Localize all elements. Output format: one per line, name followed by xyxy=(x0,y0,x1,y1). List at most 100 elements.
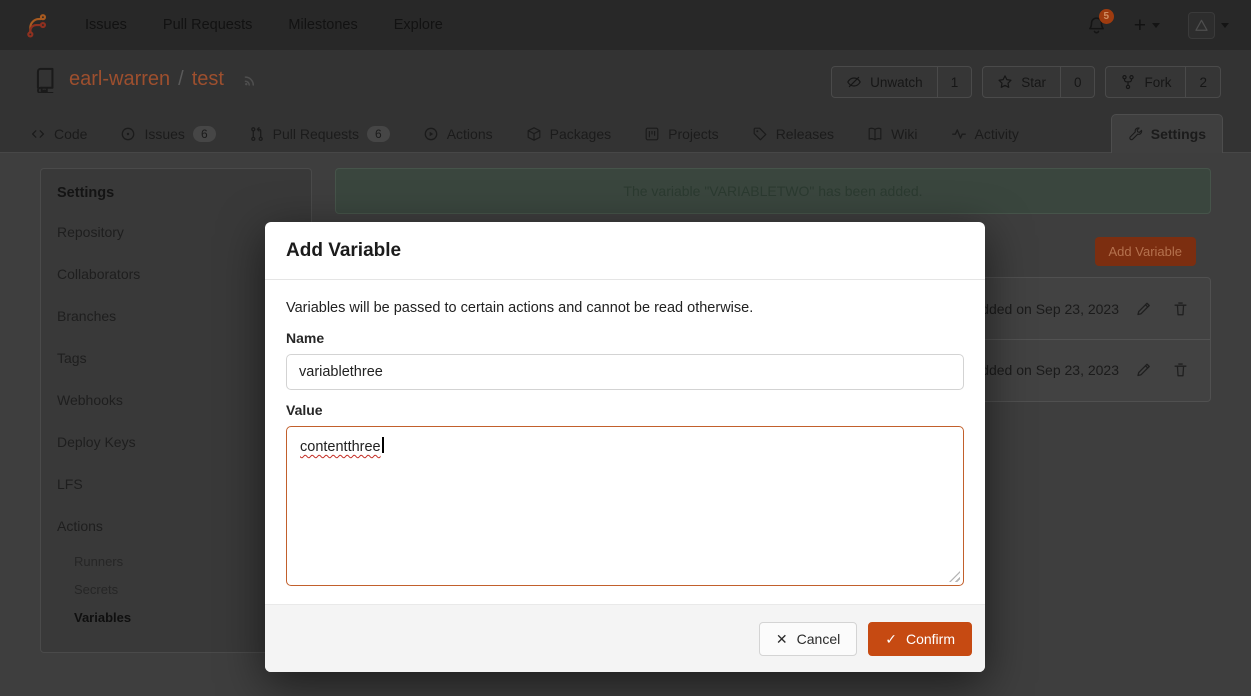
rss-icon[interactable] xyxy=(242,71,259,88)
pencil-icon xyxy=(1135,300,1152,317)
delete-variable-button[interactable] xyxy=(1172,362,1189,379)
tab-label: Issues xyxy=(144,126,184,142)
watch-count[interactable]: 1 xyxy=(937,67,972,97)
repo-icon xyxy=(30,66,57,93)
tab-label: Releases xyxy=(776,126,834,142)
modal-description: Variables will be passed to certain acti… xyxy=(286,298,964,318)
value-text: contentthree xyxy=(300,439,381,455)
name-field-label: Name xyxy=(286,330,964,346)
value-field-label: Value xyxy=(286,402,964,418)
fork-button[interactable]: Fork 2 xyxy=(1105,66,1221,98)
tab-label: Projects xyxy=(668,126,719,142)
tag-icon xyxy=(752,126,768,142)
tab-label: Code xyxy=(54,126,87,142)
tab-settings[interactable]: Settings xyxy=(1111,114,1223,153)
fork-icon xyxy=(1120,74,1136,90)
text-cursor xyxy=(382,437,384,453)
confirm-label: Confirm xyxy=(906,631,955,647)
nav-link-milestones[interactable]: Milestones xyxy=(288,17,357,33)
nav-link-explore[interactable]: Explore xyxy=(394,17,443,33)
tab-packages[interactable]: Packages xyxy=(526,114,611,153)
nav-link-issues[interactable]: Issues xyxy=(85,17,127,33)
modal-footer: ✕ Cancel ✓ Confirm xyxy=(265,604,985,672)
repo-name-link[interactable]: test xyxy=(192,68,224,91)
tab-releases[interactable]: Releases xyxy=(752,114,834,153)
confirm-button[interactable]: ✓ Confirm xyxy=(868,622,972,656)
top-navbar: Issues Pull Requests Milestones Explore … xyxy=(0,0,1251,50)
pulse-icon xyxy=(951,126,967,142)
trash-icon xyxy=(1172,362,1189,379)
star-label: Star xyxy=(1021,75,1046,90)
sidebar-title: Settings xyxy=(41,169,311,211)
delete-variable-button[interactable] xyxy=(1172,300,1189,317)
tab-pull-requests[interactable]: Pull Requests 6 xyxy=(249,114,390,153)
project-board-icon xyxy=(644,126,660,142)
star-button[interactable]: Star 0 xyxy=(982,66,1095,98)
pencil-icon xyxy=(1135,362,1152,379)
resize-grip[interactable] xyxy=(949,571,960,582)
tab-label: Activity xyxy=(975,126,1019,142)
flash-success-message: The variable "VARIABLETWO" has been adde… xyxy=(335,168,1211,214)
modal-header: Add Variable xyxy=(265,222,985,280)
tab-badge: 6 xyxy=(193,126,216,142)
star-icon xyxy=(997,74,1013,90)
package-icon xyxy=(526,126,542,142)
edit-variable-button[interactable] xyxy=(1135,300,1152,317)
avatar xyxy=(1188,12,1215,39)
navbar-links: Issues Pull Requests Milestones Explore xyxy=(85,17,443,33)
tab-projects[interactable]: Projects xyxy=(644,114,719,153)
edit-variable-button[interactable] xyxy=(1135,362,1152,379)
repo-title-row: earl-warren / test xyxy=(30,66,259,93)
wrench-icon xyxy=(1128,127,1143,142)
repo-owner-link[interactable]: earl-warren xyxy=(69,68,170,91)
repo-tab-bar: Code Issues 6 Pull Requests 6 Actions xyxy=(30,114,1223,153)
notifications-button[interactable]: 5 xyxy=(1087,16,1106,35)
navbar-right: 5 + xyxy=(1087,12,1229,39)
tab-label: Actions xyxy=(447,126,493,142)
nav-link-pull-requests[interactable]: Pull Requests xyxy=(163,17,252,33)
tab-code[interactable]: Code xyxy=(30,114,87,153)
plus-icon: + xyxy=(1134,15,1146,36)
breadcrumb-separator: / xyxy=(178,68,184,91)
check-icon: ✓ xyxy=(885,632,897,646)
notification-count-badge: 5 xyxy=(1099,9,1114,24)
close-icon: ✕ xyxy=(776,632,788,646)
add-variable-modal: Add Variable Variables will be passed to… xyxy=(265,222,985,672)
chevron-down-icon xyxy=(1152,23,1160,28)
eye-slash-icon xyxy=(846,74,862,90)
modal-body: Variables will be passed to certain acti… xyxy=(265,280,985,586)
cancel-label: Cancel xyxy=(797,631,841,647)
tab-activity[interactable]: Activity xyxy=(951,114,1019,153)
create-new-dropdown[interactable]: + xyxy=(1134,15,1160,36)
book-icon xyxy=(867,126,883,142)
cancel-button[interactable]: ✕ Cancel xyxy=(759,622,857,656)
tab-label: Packages xyxy=(550,126,611,142)
modal-title: Add Variable xyxy=(286,240,401,262)
variable-value-textarea[interactable]: contentthree xyxy=(286,426,964,586)
tab-actions[interactable]: Actions xyxy=(423,114,493,153)
fork-count[interactable]: 2 xyxy=(1185,67,1220,97)
forgejo-logo-icon[interactable] xyxy=(22,12,49,39)
row-added-date: Added on Sep 23, 2023 xyxy=(972,301,1119,317)
repo-action-buttons: Unwatch 1 Star 0 xyxy=(831,66,1221,98)
user-menu-dropdown[interactable] xyxy=(1188,12,1229,39)
code-icon xyxy=(30,126,46,142)
tab-wiki[interactable]: Wiki xyxy=(867,114,917,153)
variable-name-input[interactable] xyxy=(286,354,964,390)
pull-request-icon xyxy=(249,126,265,142)
tab-label: Settings xyxy=(1151,126,1206,142)
unwatch-button[interactable]: Unwatch 1 xyxy=(831,66,972,98)
chevron-down-icon xyxy=(1221,23,1229,28)
unwatch-label: Unwatch xyxy=(870,75,923,90)
fork-label: Fork xyxy=(1144,75,1171,90)
tab-issues[interactable]: Issues 6 xyxy=(120,114,215,153)
trash-icon xyxy=(1172,300,1189,317)
flash-text: The variable "VARIABLETWO" has been adde… xyxy=(623,183,922,199)
repo-breadcrumb: earl-warren / test xyxy=(69,68,224,91)
add-variable-button[interactable]: Add Variable xyxy=(1095,237,1196,266)
tab-label: Wiki xyxy=(891,126,917,142)
play-circle-icon xyxy=(423,126,439,142)
star-count[interactable]: 0 xyxy=(1060,67,1095,97)
row-added-date: Added on Sep 23, 2023 xyxy=(972,362,1119,378)
tab-badge: 6 xyxy=(367,126,390,142)
